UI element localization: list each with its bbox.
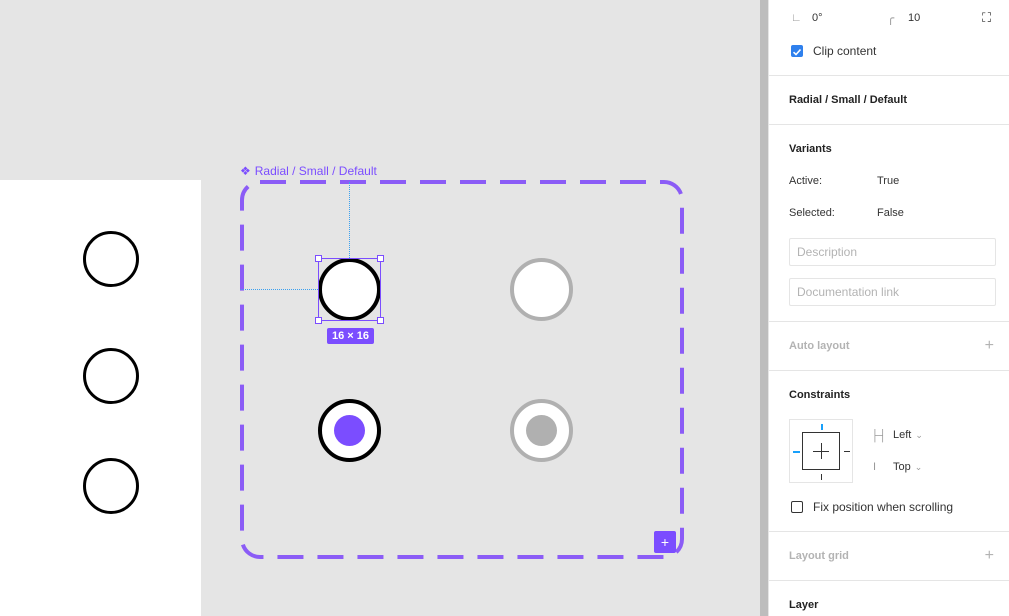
vertical-constraint-select[interactable]: Top ⌄ (893, 461, 922, 473)
white-frame[interactable] (0, 180, 201, 616)
chevron-down-icon: ⌄ (914, 462, 923, 472)
resize-handle-top-left[interactable] (315, 255, 322, 262)
fix-position-checkbox[interactable] (791, 501, 803, 513)
layout-grid-title: Layout grid (789, 550, 849, 562)
radio-outline[interactable] (83, 348, 139, 404)
horizontal-constraint-icon: ├┤ (871, 430, 887, 442)
canvas[interactable]: ❖ Radial / Small / Default 16 × 16 + (0, 0, 760, 616)
auto-layout-title: Auto layout (789, 340, 850, 352)
rotation-value[interactable]: 0° (812, 12, 823, 24)
layout-grid-section: Layout grid + (769, 532, 1009, 581)
documentation-link-field[interactable]: Documentation link (789, 278, 996, 306)
frame-section: ∟ 0° ╭ 10 ⛶ Clip content (769, 0, 1009, 76)
constraint-cross-h (813, 451, 829, 452)
vertical-constraint-icon: I (873, 461, 877, 473)
fix-position-label: Fix position when scrolling (813, 500, 954, 514)
chevron-down-icon: ⌄ (915, 430, 923, 440)
radio-outline[interactable] (83, 458, 139, 514)
component-set-frame[interactable] (240, 180, 686, 562)
panel-divider (760, 0, 768, 616)
component-icon: ❖ (240, 164, 251, 178)
variants-section: Variants Active: True Selected: False De… (769, 125, 1009, 322)
add-auto-layout-button[interactable]: + (985, 338, 994, 354)
selected-label: Selected: (789, 207, 835, 219)
independent-corners-icon[interactable]: ⛶ (982, 10, 991, 26)
resize-handle-top-right[interactable] (377, 255, 384, 262)
constraint-top[interactable] (821, 424, 823, 430)
radio-disabled[interactable] (510, 258, 573, 321)
active-value[interactable]: True (877, 175, 899, 187)
size-badge: 16 × 16 (327, 328, 375, 344)
radio-dot (334, 415, 365, 446)
clip-content-checkbox[interactable] (791, 45, 803, 57)
design-panel: ∟ 0° ╭ 10 ⛶ Clip content Radial / Small … (768, 0, 1009, 616)
selection-box[interactable] (315, 255, 384, 324)
variants-title: Variants (789, 143, 832, 155)
clip-content-label: Clip content (813, 44, 877, 58)
add-layout-grid-button[interactable]: + (985, 548, 994, 564)
constraints-widget[interactable] (789, 419, 853, 483)
vertical-constraint-value: Top (893, 461, 911, 473)
check-icon (792, 48, 802, 56)
radio-selected[interactable] (318, 399, 381, 462)
constraint-bottom[interactable] (821, 474, 822, 480)
resize-handle-bottom-left[interactable] (315, 317, 322, 324)
selected-value[interactable]: False (877, 207, 904, 219)
measure-guide-horizontal (241, 289, 318, 290)
auto-layout-section: Auto layout + (769, 322, 1009, 371)
description-field[interactable]: Description (789, 238, 996, 266)
constraint-left[interactable] (793, 451, 800, 453)
corner-radius-icon: ╭ (887, 11, 895, 25)
constraints-section: Constraints ├┤ Left ⌄ I Top ⌄ Fix position… (769, 371, 1009, 532)
corner-radius-value[interactable]: 10 (908, 12, 920, 24)
radio-outline[interactable] (83, 231, 139, 287)
rotation-icon: ∟ (791, 12, 802, 24)
component-name[interactable]: Radial / Small / Default (789, 94, 907, 106)
radio-selected-disabled[interactable] (510, 399, 573, 462)
horizontal-constraint-select[interactable]: Left ⌄ (893, 429, 923, 441)
add-variant-button[interactable]: + (654, 531, 676, 553)
component-set-label[interactable]: ❖ Radial / Small / Default (240, 164, 377, 178)
component-name-section: Radial / Small / Default (769, 76, 1009, 125)
constraints-inner-box (802, 432, 840, 470)
measure-guide-vertical (349, 182, 350, 258)
horizontal-constraint-value: Left (893, 429, 912, 441)
constraints-title: Constraints (789, 389, 851, 401)
active-label: Active: (789, 175, 823, 187)
resize-handle-bottom-right[interactable] (377, 317, 384, 324)
layer-section: Layer (769, 581, 1009, 616)
radio-dot (526, 415, 557, 446)
layer-title: Layer (789, 599, 819, 611)
constraint-right[interactable] (844, 451, 850, 452)
